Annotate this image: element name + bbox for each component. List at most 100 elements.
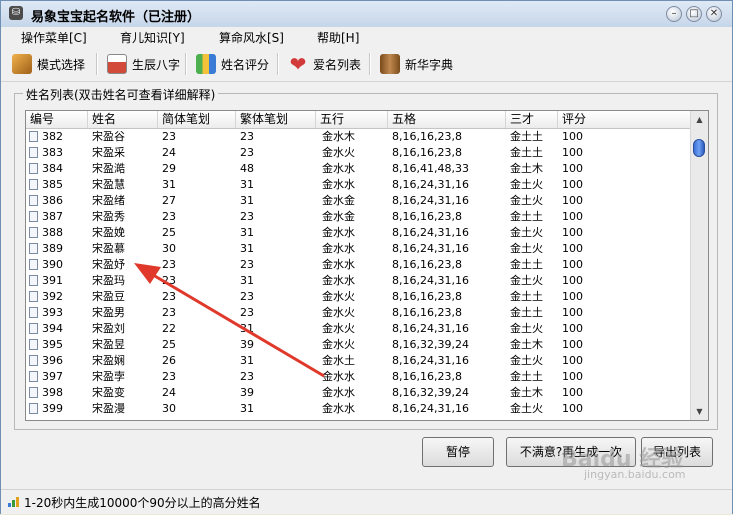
cell-three-talents: 金土木: [510, 162, 543, 175]
column-header-simplified-strokes[interactable]: 简体笔划: [158, 111, 236, 128]
table-row[interactable]: 388 宋盈娩 25 31 金水水 8,16,24,31,16 金土火 100: [26, 225, 692, 241]
cell-five-elements: 金水火: [322, 338, 355, 351]
cell-name: 宋盈豆: [92, 290, 125, 303]
cell-five-grids: 8,16,32,39,24: [392, 386, 469, 399]
cell-five-grids: 8,16,16,23,8: [392, 370, 462, 383]
heart-icon: ❤: [289, 52, 307, 76]
name-list-view[interactable]: 编号 姓名 简体笔划 繁体笔划 五行 五格 三才 评分 382 宋盈谷 23 23 金水…: [25, 110, 709, 421]
column-header-traditional-strokes[interactable]: 繁体笔划: [236, 111, 316, 128]
list-header: 编号 姓名 简体笔划 繁体笔划 五行 五格 三才 评分: [26, 111, 692, 129]
cell-simplified-strokes: 31: [162, 178, 176, 191]
dictionary-label: 新华字典: [405, 57, 454, 72]
cell-five-grids: 8,16,32,39,24: [392, 338, 469, 351]
table-row[interactable]: 385 宋盈慧 31 31 金水水 8,16,24,31,16 金土火 100: [26, 177, 692, 193]
cell-simplified-strokes: 25: [162, 338, 176, 351]
toolbar-separator: [96, 53, 98, 75]
cell-simplified-strokes: 23: [162, 274, 176, 287]
table-row[interactable]: 393 宋盈男 23 23 金水火 8,16,16,23,8 金土土 100: [26, 305, 692, 321]
menu-help[interactable]: 帮助[H]: [317, 29, 359, 46]
menu-parenting[interactable]: 育儿知识[Y]: [120, 29, 185, 46]
column-header-three-talents[interactable]: 三才: [506, 111, 558, 128]
table-row[interactable]: 391 宋盈玛 23 31 金水水 8,16,24,31,16 金土火 100: [26, 273, 692, 289]
favorite-names-button[interactable]: ❤ 爱名列表: [288, 51, 361, 77]
cell-five-elements: 金水火: [322, 306, 355, 319]
column-header-name[interactable]: 姓名: [88, 111, 158, 128]
cell-three-talents: 金土土: [510, 146, 543, 159]
cell-five-grids: 8,16,16,23,8: [392, 306, 462, 319]
cell-score: 100: [562, 210, 583, 223]
pause-button[interactable]: 暂停: [422, 437, 494, 467]
scrollbar-thumb[interactable]: [693, 139, 705, 157]
document-icon: [29, 147, 38, 158]
scroll-up-arrow-icon[interactable]: ▲: [691, 111, 708, 128]
table-row[interactable]: 383 宋盈采 24 23 金水火 8,16,16,23,8 金土土 100: [26, 145, 692, 161]
cell-score: 100: [562, 354, 583, 367]
dictionary-button[interactable]: 新华字典: [380, 51, 453, 77]
table-row[interactable]: 382 宋盈谷 23 23 金水木 8,16,16,23,8 金土土 100: [26, 129, 692, 145]
cell-five-grids: 8,16,24,31,16: [392, 354, 469, 367]
cell-three-talents: 金土土: [510, 130, 543, 143]
close-button[interactable]: ✕: [706, 6, 722, 22]
table-row[interactable]: 395 宋盈昱 25 39 金水火 8,16,32,39,24 金土木 100: [26, 337, 692, 353]
column-header-five-elements[interactable]: 五行: [316, 111, 388, 128]
cell-traditional-strokes: 23: [240, 258, 254, 271]
table-row[interactable]: 390 宋盈妤 23 23 金水水 8,16,16,23,8 金土土 100: [26, 257, 692, 273]
scroll-down-arrow-icon[interactable]: ▼: [691, 403, 708, 420]
table-row[interactable]: 386 宋盈绪 27 31 金水金 8,16,24,31,16 金土火 100: [26, 193, 692, 209]
cell-id: 382: [42, 130, 63, 143]
table-row[interactable]: 384 宋盈澔 29 48 金水水 8,16,41,48,33 金土木 100: [26, 161, 692, 177]
table-row[interactable]: 394 宋盈刘 22 31 金水火 8,16,24,31,16 金土火 100: [26, 321, 692, 337]
cell-score: 100: [562, 146, 583, 159]
cell-traditional-strokes: 31: [240, 178, 254, 191]
table-row[interactable]: 397 宋盈孛 23 23 金水水 8,16,16,23,8 金土土 100: [26, 369, 692, 385]
cell-simplified-strokes: 26: [162, 354, 176, 367]
mode-select-button[interactable]: 模式选择: [12, 51, 85, 77]
cell-id: 398: [42, 386, 63, 399]
column-header-five-grids[interactable]: 五格: [388, 111, 506, 128]
cell-name: 宋盈秀: [92, 210, 125, 223]
document-icon: [29, 323, 38, 334]
column-header-score[interactable]: 评分: [558, 111, 692, 128]
cell-score: 100: [562, 226, 583, 239]
cell-five-elements: 金水水: [322, 226, 355, 239]
cell-simplified-strokes: 30: [162, 402, 176, 415]
menu-operations[interactable]: 操作菜单[C]: [21, 29, 87, 46]
cell-simplified-strokes: 22: [162, 322, 176, 335]
cell-name: 宋盈绪: [92, 194, 125, 207]
table-row[interactable]: 399 宋盈漫 30 31 金水水 8,16,24,31,16 金土火 100: [26, 401, 692, 417]
cell-three-talents: 金土火: [510, 322, 543, 335]
cell-name: 宋盈谷: [92, 130, 125, 143]
toolbar-separator: [185, 53, 187, 75]
cell-simplified-strokes: 24: [162, 146, 176, 159]
table-row[interactable]: 392 宋盈豆 23 23 金水火 8,16,16,23,8 金土土 100: [26, 289, 692, 305]
menu-fortune[interactable]: 算命风水[S]: [219, 29, 284, 46]
name-score-button[interactable]: 姓名评分: [196, 51, 269, 77]
signal-bars-icon: [8, 497, 19, 507]
table-row[interactable]: 389 宋盈慕 30 31 金水水 8,16,24,31,16 金土火 100: [26, 241, 692, 257]
column-header-id[interactable]: 编号: [26, 111, 88, 128]
cell-simplified-strokes: 30: [162, 242, 176, 255]
cell-simplified-strokes: 25: [162, 226, 176, 239]
vertical-scrollbar[interactable]: ▲ ▼: [690, 111, 708, 420]
watermark-url: jingyan.baidu.com: [584, 468, 686, 481]
cell-traditional-strokes: 48: [240, 162, 254, 175]
maximize-button[interactable]: □: [686, 6, 702, 22]
cell-five-grids: 8,16,16,23,8: [392, 258, 462, 271]
document-icon: [29, 307, 38, 318]
favorite-names-label: 爱名列表: [313, 57, 362, 72]
birth-chart-label: 生辰八字: [132, 57, 181, 72]
cell-score: 100: [562, 370, 583, 383]
cell-score: 100: [562, 130, 583, 143]
table-row[interactable]: 396 宋盈娴 26 31 金水土 8,16,24,31,16 金土火 100: [26, 353, 692, 369]
birth-chart-button[interactable]: 生辰八字: [107, 51, 180, 77]
cell-id: 386: [42, 194, 63, 207]
document-icon: [29, 339, 38, 350]
cell-id: 394: [42, 322, 63, 335]
table-row[interactable]: 398 宋盈变 24 39 金水水 8,16,32,39,24 金土木 100: [26, 385, 692, 401]
cell-name: 宋盈变: [92, 386, 125, 399]
table-row[interactable]: 387 宋盈秀 23 23 金水金 8,16,16,23,8 金土土 100: [26, 209, 692, 225]
cell-id: 392: [42, 290, 63, 303]
minimize-button[interactable]: –: [666, 6, 682, 22]
cell-score: 100: [562, 162, 583, 175]
cell-name: 宋盈刘: [92, 322, 125, 335]
